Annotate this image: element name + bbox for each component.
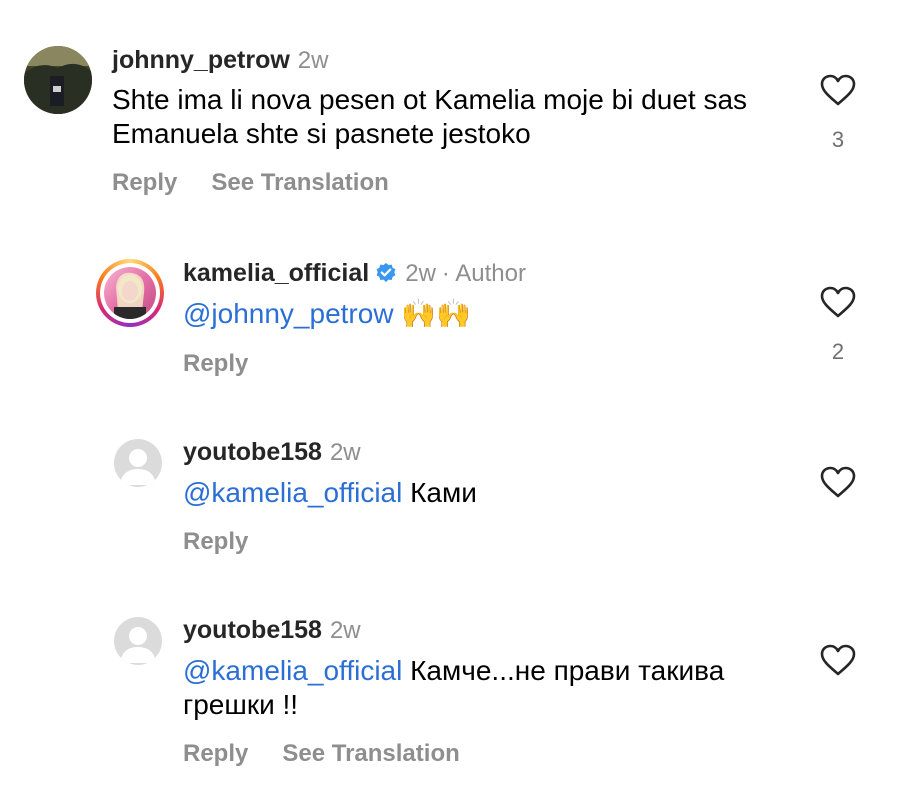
heart-outline-icon[interactable] xyxy=(820,286,856,318)
comment-body: Ками xyxy=(410,477,477,508)
comment-username[interactable]: youtobe158 xyxy=(183,616,322,644)
heart-outline-icon[interactable] xyxy=(820,466,856,498)
verified-badge-icon xyxy=(376,263,396,282)
reply-button[interactable]: Reply xyxy=(183,350,248,377)
comment-username[interactable]: youtobe158 xyxy=(183,438,322,466)
author-label: · Author xyxy=(441,260,526,287)
avatar-photo-icon xyxy=(114,272,146,319)
heart-outline-icon[interactable] xyxy=(820,74,856,106)
mention-link[interactable]: @kamelia_official xyxy=(183,477,402,508)
comment-time: 2w xyxy=(329,617,361,644)
avatar-johnny[interactable] xyxy=(24,46,92,114)
emoji-text: 🙌🙌 xyxy=(401,298,472,329)
see-translation-button[interactable]: See Translation xyxy=(211,169,388,196)
story-ring[interactable] xyxy=(96,259,164,327)
default-avatar-icon[interactable] xyxy=(114,617,162,665)
like-count: 3 xyxy=(831,127,845,152)
comment-time: 2w xyxy=(405,260,436,287)
comment-username[interactable]: kamelia_official xyxy=(183,259,369,287)
mention-link[interactable]: @johnny_petrow xyxy=(183,298,394,329)
comment-time: 2w xyxy=(329,439,361,466)
comment-text: @kamelia_official Ками xyxy=(183,476,783,510)
default-avatar-icon[interactable] xyxy=(114,439,162,487)
comment-text: Shte ima li nova pesen ot Kamelia moje b… xyxy=(112,84,748,149)
comment-username[interactable]: johnny_petrow xyxy=(112,46,290,74)
comment-text: @kamelia_official Камче...не прави такив… xyxy=(183,654,783,722)
mention-link[interactable]: @kamelia_official xyxy=(183,655,402,686)
avatar-photo-icon xyxy=(24,46,92,114)
avatar-kamelia xyxy=(104,267,156,319)
see-translation-button[interactable]: See Translation xyxy=(282,740,459,767)
like-count: 2 xyxy=(831,339,845,364)
heart-outline-icon[interactable] xyxy=(820,644,856,676)
comment-text: @johnny_petrow 🙌🙌 xyxy=(183,297,783,331)
reply-button[interactable]: Reply xyxy=(112,169,177,196)
reply-button[interactable]: Reply xyxy=(183,528,248,555)
reply-button[interactable]: Reply xyxy=(183,740,248,767)
comment-time: 2w xyxy=(297,47,329,74)
